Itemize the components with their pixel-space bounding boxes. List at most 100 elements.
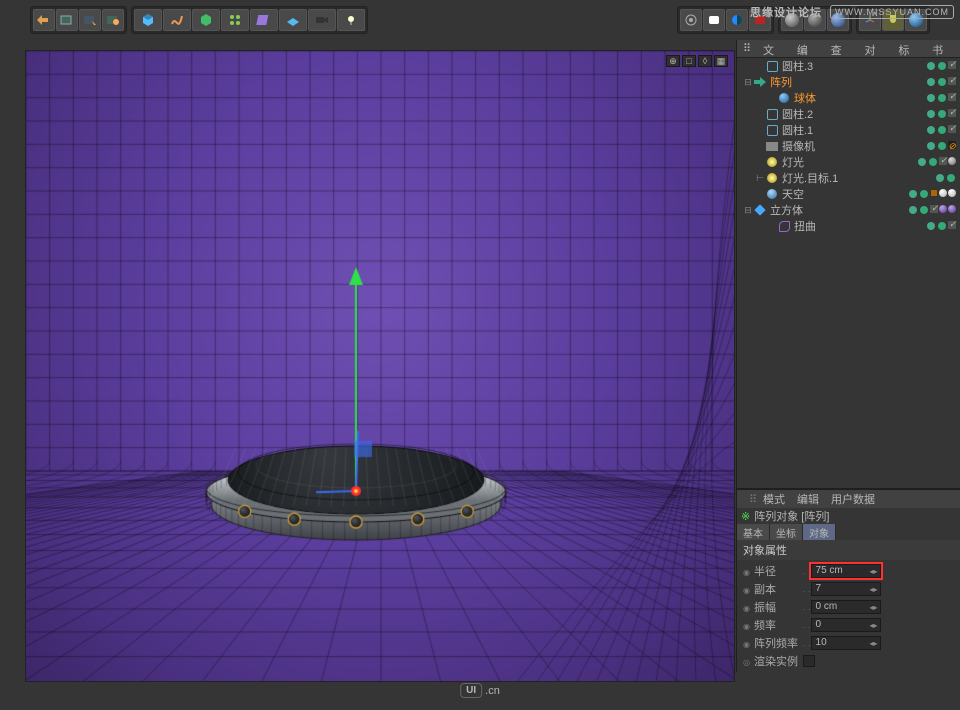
attr-row: 阵列频率 . . 10◂▸ <box>737 634 960 652</box>
attr-value[interactable]: 10◂▸ <box>811 636 881 650</box>
attr-value[interactable]: 75 cm◂▸ <box>811 564 881 578</box>
tree-item[interactable]: 圆柱.1 <box>737 122 960 138</box>
footer: UI .cn <box>460 683 500 698</box>
cube-icon <box>753 203 767 217</box>
om-tab-menu[interactable]: ⠿ <box>737 40 757 57</box>
attr-title-icon: ※ <box>741 510 750 523</box>
object-tree[interactable]: 圆柱.3⊟阵列球体圆柱.2圆柱.1摄像机⊘灯光⊢灯光.目标.1天空⊟立方体扭曲 <box>737 58 960 488</box>
cube-primitive[interactable] <box>134 9 162 31</box>
attr-value[interactable]: 0◂▸ <box>811 618 881 632</box>
tree-tags: ⊘ <box>926 141 956 151</box>
tree-label: 球体 <box>794 90 926 106</box>
shading-toggle[interactable] <box>726 9 748 31</box>
subtab-basic[interactable]: 基本 <box>737 524 770 540</box>
floor-tool[interactable] <box>279 9 307 31</box>
om-tab-edit[interactable]: 编辑 <box>791 40 825 57</box>
om-tab-bookmarks[interactable]: 书签 <box>926 40 960 57</box>
bend-icon <box>777 219 791 233</box>
attr-tab-mode[interactable]: 模式 <box>757 489 791 509</box>
nurbs-tool[interactable] <box>192 9 220 31</box>
spline-tool[interactable] <box>163 9 191 31</box>
tree-tags <box>935 173 956 183</box>
attr-menu-icon[interactable]: ⠿ <box>743 491 757 508</box>
viewport-controls: ⊕ □ ◊ ▦ <box>666 55 728 67</box>
cyl-icon <box>765 123 779 137</box>
footer-badge: UI <box>460 683 482 698</box>
light-icon <box>765 155 779 169</box>
cyl-icon <box>765 107 779 121</box>
om-tab-object[interactable]: 对象 <box>858 40 892 57</box>
attr-value[interactable]: 0 cm◂▸ <box>811 600 881 614</box>
array-tool[interactable] <box>221 9 249 31</box>
attribute-title: ※ 阵列对象 [阵列] <box>737 508 960 524</box>
tree-item[interactable]: 灯光 <box>737 154 960 170</box>
render-settings-button[interactable] <box>102 9 124 31</box>
attribute-manager-tabs: ⠿ 模式 编辑 用户数据 <box>737 490 960 508</box>
attr-label: 频率 <box>743 617 803 633</box>
attr-title-text: 阵列对象 [阵列] <box>754 508 829 524</box>
tree-item[interactable]: 天空 <box>737 186 960 202</box>
tree-item[interactable]: 扭曲 <box>737 218 960 234</box>
render-region-button[interactable] <box>79 9 101 31</box>
sky-icon <box>765 187 779 201</box>
subtab-coord[interactable]: 坐标 <box>770 524 803 540</box>
light-tool[interactable] <box>337 9 365 31</box>
attr-row-checkbox: 渲染实例 <box>737 652 960 670</box>
tree-tags <box>926 93 956 103</box>
tree-label: 圆柱.2 <box>782 106 926 122</box>
cyl-icon <box>765 59 779 73</box>
vp-ctrl-4[interactable]: ▦ <box>714 55 728 67</box>
object-manager-tabs: ⠿ 文件 编辑 查看 对象 标签 书签 <box>737 40 960 58</box>
camera-tool[interactable] <box>308 9 336 31</box>
attr-row: 频率 . . 0◂▸ <box>737 616 960 634</box>
cam-icon <box>765 139 779 153</box>
tree-item[interactable]: 圆柱.2 <box>737 106 960 122</box>
om-tab-file[interactable]: 文件 <box>757 40 791 57</box>
attr-section-title: 对象属性 <box>737 540 960 560</box>
attribute-subtabs: 基本 坐标 对象 <box>737 524 960 540</box>
light-icon <box>765 171 779 185</box>
attr-label: 副本 <box>743 581 803 597</box>
subtab-object[interactable]: 对象 <box>803 524 836 540</box>
tree-label: 立方体 <box>770 202 908 218</box>
tree-item[interactable]: ⊟阵列 <box>737 74 960 90</box>
attr-label: 渲染实例 <box>743 653 803 669</box>
tree-label: 摄像机 <box>782 138 926 154</box>
deformer-tool[interactable] <box>250 9 278 31</box>
vp-ctrl-3[interactable]: ◊ <box>698 55 712 67</box>
viewport[interactable]: ⊕ □ ◊ ▦ <box>25 50 735 682</box>
tree-item[interactable]: ⊢灯光.目标.1 <box>737 170 960 186</box>
tree-label: 灯光 <box>782 154 917 170</box>
attr-row: 半径 . . 75 cm◂▸ <box>737 562 960 580</box>
checkbox[interactable] <box>803 655 815 667</box>
tree-item[interactable]: ⊟立方体 <box>737 202 960 218</box>
tree-item[interactable]: 球体 <box>737 90 960 106</box>
render-active[interactable] <box>703 9 725 31</box>
vp-ctrl-2[interactable]: □ <box>682 55 696 67</box>
tree-label: 阵列 <box>770 74 926 90</box>
vp-ctrl-1[interactable]: ⊕ <box>666 55 680 67</box>
undo-button[interactable] <box>33 9 55 31</box>
tree-tags <box>926 77 956 87</box>
attr-label: 阵列频率 <box>743 635 803 651</box>
om-tab-view[interactable]: 查看 <box>825 40 859 57</box>
tree-tags <box>926 109 956 119</box>
tree-tags <box>908 205 956 215</box>
axis-gizmo[interactable] <box>316 261 436 541</box>
render-view[interactable] <box>680 9 702 31</box>
om-tab-tags[interactable]: 标签 <box>892 40 926 57</box>
attr-tab-userdata[interactable]: 用户数据 <box>825 489 881 509</box>
right-panel: ⠿ 文件 编辑 查看 对象 标签 书签 圆柱.3⊟阵列球体圆柱.2圆柱.1摄像机… <box>736 40 960 672</box>
attr-tab-edit[interactable]: 编辑 <box>791 489 825 509</box>
sph-icon <box>777 91 791 105</box>
tree-item[interactable]: 圆柱.3 <box>737 58 960 74</box>
attr-row: 振幅 . . 0 cm◂▸ <box>737 598 960 616</box>
render-button[interactable] <box>56 9 78 31</box>
tree-item[interactable]: 摄像机⊘ <box>737 138 960 154</box>
watermark-url: WWW.MISSYUAN.COM <box>830 5 954 19</box>
watermark-text: 思缘设计论坛 <box>750 4 822 20</box>
attr-label: 振幅 <box>743 599 803 615</box>
attribute-rows: 半径 . . 75 cm◂▸副本 . . 7◂▸振幅 . . 0 cm◂▸频率 … <box>737 560 960 672</box>
tree-tags <box>926 125 956 135</box>
attr-value[interactable]: 7◂▸ <box>811 582 881 596</box>
